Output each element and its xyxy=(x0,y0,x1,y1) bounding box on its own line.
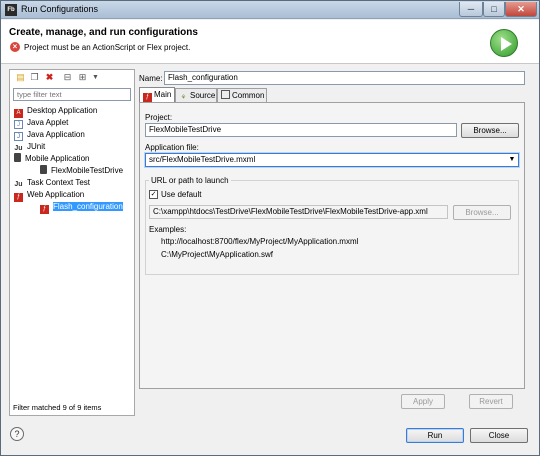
revert-button[interactable]: Revert xyxy=(469,394,513,409)
duplicate-config-icon[interactable]: ❐ xyxy=(29,72,40,83)
name-input[interactable]: Flash_configuration xyxy=(164,71,525,85)
close-window-button[interactable]: ✕ xyxy=(505,2,537,17)
application-file-select[interactable]: src/FlexMobileTestDrive.mxml ▼ xyxy=(145,153,519,167)
tree-item-web-application[interactable]: ƒ Web Application xyxy=(14,189,84,202)
project-label: Project: xyxy=(145,113,173,122)
mobile-icon xyxy=(14,153,21,162)
run-icon xyxy=(490,29,518,57)
configuration-list-panel: ▤ ❐ ✖ ⊟ ⊞ ▼ ADesktop Application JJava A… xyxy=(9,69,135,416)
flash-builder-icon: Fb xyxy=(5,4,17,16)
tree-item-flash-configuration[interactable]: ƒ Flash_configuration xyxy=(40,201,123,214)
filter-status: Filter matched 9 of 9 items xyxy=(13,403,102,412)
url-group-title: URL or path to launch xyxy=(149,176,231,185)
window-title: Run Configurations xyxy=(21,4,99,14)
filter-dropdown-icon[interactable]: ▼ xyxy=(90,72,101,83)
example-path: C:\MyProject\MyApplication.swf xyxy=(161,250,274,259)
examples-label: Examples: xyxy=(149,225,187,234)
tree-item-java-applet[interactable]: J Java Applet xyxy=(14,117,68,129)
use-default-label: Use default xyxy=(161,190,202,199)
chevron-down-icon: ▼ xyxy=(508,156,516,163)
main-tab-icon: ƒ xyxy=(143,93,152,102)
help-icon[interactable]: ? xyxy=(10,427,24,441)
left-toolbar: ▤ ❐ ✖ ⊟ ⊞ ▼ xyxy=(13,72,131,84)
tree-item-mobile-application[interactable]: Mobile Application xyxy=(14,153,89,165)
config-tabs: ƒ Main ⚘ Source Common xyxy=(139,87,525,102)
project-input[interactable]: FlexMobileTestDrive xyxy=(145,123,457,137)
minimize-button[interactable]: ─ xyxy=(459,2,483,17)
browse-url-button[interactable]: Browse... xyxy=(453,205,511,220)
tab-source[interactable]: ⚘ Source xyxy=(175,88,217,102)
name-label: Name: xyxy=(139,74,163,83)
application-file-label: Application file: xyxy=(145,143,199,152)
common-tab-icon xyxy=(221,90,230,99)
error-icon: × xyxy=(10,42,20,52)
close-button[interactable]: Close xyxy=(470,428,528,443)
tree-item-junit[interactable]: Ju JUnit xyxy=(14,141,45,153)
flex-web-icon: ƒ xyxy=(14,193,23,202)
mobile-icon xyxy=(40,165,47,174)
tab-common[interactable]: Common xyxy=(217,88,267,102)
use-default-checkbox[interactable]: ✓ xyxy=(149,190,158,199)
junit-icon: Ju xyxy=(14,145,23,152)
main-tab-panel: Project: FlexMobileTestDrive Browse... A… xyxy=(139,102,525,409)
dialog-header: Create, manage, and run configurations ×… xyxy=(1,20,539,64)
filter-input[interactable] xyxy=(13,88,131,101)
run-button[interactable]: Run xyxy=(406,428,464,443)
collapse-all-icon[interactable]: ⊟ xyxy=(62,72,73,83)
tree-item-flexmobiletestdrive[interactable]: FlexMobileTestDrive xyxy=(40,165,123,177)
java-app-icon: J xyxy=(14,132,23,141)
tree-item-task-context-test[interactable]: Ju Task Context Test xyxy=(14,177,90,189)
delete-config-icon[interactable]: ✖ xyxy=(44,72,55,83)
task-icon: Ju xyxy=(14,181,23,188)
flex-web-icon: ƒ xyxy=(40,205,49,214)
new-config-icon[interactable]: ▤ xyxy=(15,72,26,83)
url-path-input[interactable]: C:\xampp\htdocs\TestDrive\FlexMobileTest… xyxy=(149,205,448,219)
dialog-footer: ? Run Close xyxy=(1,416,539,456)
title-bar[interactable]: Fb Run Configurations ─ □ ✕ xyxy=(1,1,539,19)
java-applet-icon: J xyxy=(14,120,23,129)
maximize-button[interactable]: □ xyxy=(483,2,505,17)
apply-button[interactable]: Apply xyxy=(401,394,445,409)
tree-item-java-application[interactable]: J Java Application xyxy=(14,129,85,141)
run-configurations-window: Fb Run Configurations ─ □ ✕ Create, mana… xyxy=(0,0,540,456)
example-url: http://localhost:8700/flex/MyProject/MyA… xyxy=(161,237,359,246)
filter-icon[interactable]: ⊞ xyxy=(77,72,88,83)
header-message: Project must be an ActionScript or Flex … xyxy=(24,43,191,52)
tab-main[interactable]: ƒ Main xyxy=(139,87,175,102)
tree-item-desktop-application[interactable]: A Desktop Application xyxy=(14,105,97,118)
header-title: Create, manage, and run configurations xyxy=(9,27,198,38)
browse-project-button[interactable]: Browse... xyxy=(461,123,519,138)
